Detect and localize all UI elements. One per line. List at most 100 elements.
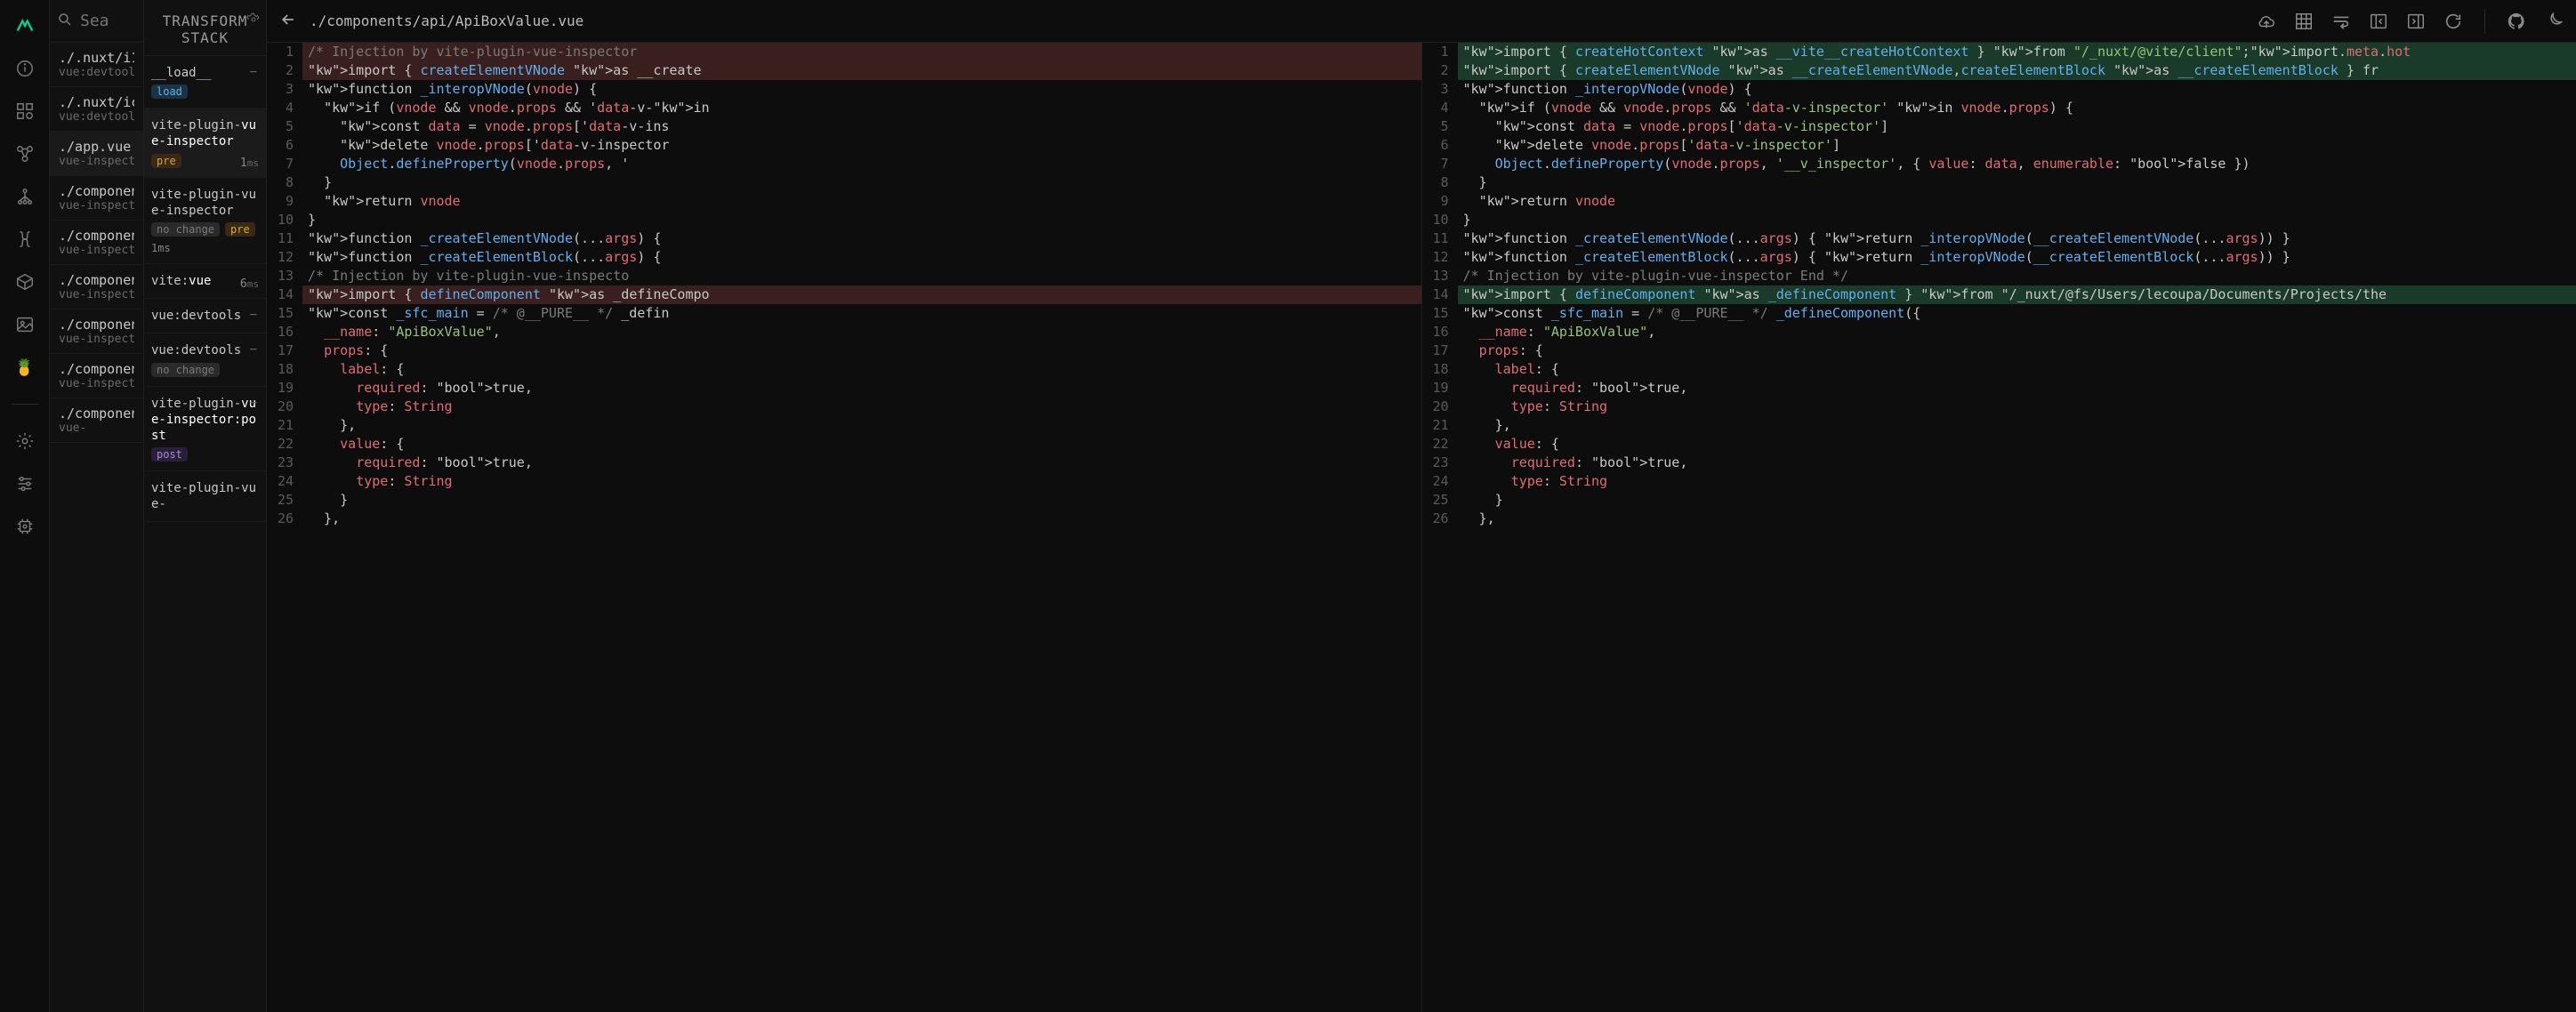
pineapple-icon[interactable]: 🍍	[15, 357, 35, 377]
line-number: 2	[1422, 61, 1449, 80]
stack-name: vite-plugin-vue-inspector	[151, 187, 259, 219]
file-plugin-label: vue:devtools	[59, 66, 134, 79]
transform-stack-panel: TRANSFORM STACK __load__load−vite-plugin…	[144, 0, 267, 1012]
code-line: props: {	[302, 341, 1421, 360]
line-number: 13	[267, 267, 294, 285]
code-line: "kw">return vnode	[302, 192, 1421, 211]
line-number: 16	[267, 323, 294, 341]
file-path-label: ./component	[59, 228, 134, 244]
stack-row[interactable]: vite-plugin-vue-inspector:postpost−	[144, 387, 266, 472]
dash-icon: −	[250, 65, 257, 79]
file-row[interactable]: ./componentvue-inspector	[50, 221, 143, 265]
stack-time: 1ms	[240, 157, 259, 170]
panel-right-icon[interactable]	[2406, 12, 2426, 31]
line-number: 3	[267, 80, 294, 99]
file-row[interactable]: ./componentvue-	[50, 398, 143, 443]
file-path-label: ./.nuxt/ico	[59, 94, 134, 110]
code-line: }	[302, 491, 1421, 510]
line-number: 3	[1422, 80, 1449, 99]
grid-icon[interactable]	[2294, 12, 2314, 31]
code-line: /* Injection by vite-plugin-vue-inspecto…	[302, 43, 1421, 61]
sliders-icon[interactable]	[15, 474, 35, 494]
graph-icon[interactable]	[15, 144, 35, 164]
info-icon[interactable]	[15, 59, 35, 78]
box-icon[interactable]	[15, 272, 35, 292]
hooks-icon[interactable]	[15, 229, 35, 249]
file-row[interactable]: ./componentvue-inspector	[50, 354, 143, 398]
code-line: "kw">delete vnode.props['data-v-inspecto…	[302, 136, 1421, 155]
code-line: }	[302, 173, 1421, 192]
line-number: 11	[267, 229, 294, 248]
code-line: label: {	[302, 360, 1421, 379]
dash-icon: −	[250, 396, 257, 410]
file-row[interactable]: ./app.vuevue-inspector	[50, 132, 143, 176]
line-number: 26	[267, 510, 294, 528]
code-line: }	[302, 211, 1421, 229]
line-number: 12	[1422, 248, 1449, 267]
search-input[interactable]	[80, 12, 133, 30]
code-line: type: String	[302, 472, 1421, 491]
code-line: "kw">delete vnode.props['data-v-inspecto…	[1458, 136, 2576, 155]
panel-left-icon[interactable]	[2369, 12, 2388, 31]
stack-row[interactable]: vue:devtools−	[144, 299, 266, 333]
line-number: 15	[1422, 304, 1449, 323]
search-icon	[57, 12, 73, 31]
file-row[interactable]: ./componentvue-inspector	[50, 265, 143, 309]
transform-stack-header: TRANSFORM STACK	[144, 0, 266, 56]
stack-row[interactable]: vite-plugin-vue-	[144, 471, 266, 522]
line-number: 11	[1422, 229, 1449, 248]
image-icon[interactable]	[15, 315, 35, 334]
components-icon[interactable]	[15, 101, 35, 121]
code-line: "kw">const data = vnode.props['data-v-in…	[1458, 117, 2576, 136]
toolbar: ./components/api/ApiBoxValue.vue	[267, 0, 2576, 43]
stack-name: vite-plugin-vue-	[151, 480, 259, 512]
github-icon[interactable]	[2507, 12, 2526, 31]
line-number: 25	[267, 491, 294, 510]
stack-row[interactable]: vite-plugin-vue-inspectorpre1ms	[144, 108, 266, 177]
theme-toggle-icon[interactable]	[2544, 12, 2564, 31]
code-line: "kw">function _createElementBlock(...arg…	[302, 248, 1421, 267]
back-button[interactable]	[279, 11, 297, 32]
stack-row[interactable]: vite-plugin-vue-inspectorno changepre1ms	[144, 178, 266, 264]
file-plugin-label: vue:devtools	[59, 110, 134, 124]
file-row[interactable]: ./.nuxt/i18vue:devtools	[50, 43, 143, 87]
stack-name: vue:devtools	[151, 308, 259, 324]
file-row[interactable]: ./.nuxt/icovue:devtools	[50, 87, 143, 132]
stack-row[interactable]: __load__load −	[144, 56, 266, 108]
refresh-icon[interactable]	[2443, 12, 2463, 31]
line-number: 1	[1422, 43, 1449, 61]
file-path-label: ./component	[59, 361, 134, 377]
line-number: 19	[1422, 379, 1449, 398]
file-path-label: ./component	[59, 406, 134, 422]
line-number: 10	[267, 211, 294, 229]
chip-icon[interactable]	[15, 517, 35, 536]
stack-name: vite-plugin-vue-inspector:post	[151, 396, 259, 445]
stack-time: 6ms	[240, 277, 259, 291]
stack-tag: no change	[151, 363, 220, 377]
diff-view: 1234567891011121314151617181920212223242…	[267, 43, 2576, 1012]
wrap-icon[interactable]	[2331, 12, 2351, 31]
file-row[interactable]: ./componentvue-inspector	[50, 309, 143, 354]
code-line: "kw">import { defineComponent "kw">as _d…	[302, 285, 1421, 304]
stack-row[interactable]: vue:devtoolsno change−	[144, 333, 266, 386]
code-line: },	[302, 416, 1421, 435]
file-path: ./components/api/ApiBoxValue.vue	[310, 12, 2244, 29]
logo-icon[interactable]	[15, 16, 35, 36]
stack-settings-icon[interactable]	[246, 12, 261, 30]
settings-icon[interactable]	[15, 431, 35, 451]
diff-pane-right: 1234567891011121314151617181920212223242…	[1422, 43, 2576, 1012]
tree-icon[interactable]	[15, 187, 35, 206]
file-row[interactable]: ./componentvue-inspector	[50, 176, 143, 221]
line-number: 20	[267, 398, 294, 416]
line-number: 9	[267, 192, 294, 211]
code-line: required: "bool">true,	[302, 454, 1421, 472]
code-line: value: {	[1458, 435, 2576, 454]
stack-name: __load__	[151, 65, 259, 81]
code-line: /* Injection by vite-plugin-vue-inspecto	[302, 267, 1421, 285]
stack-tag: load	[151, 84, 188, 99]
line-number: 8	[1422, 173, 1449, 192]
line-number: 24	[1422, 472, 1449, 491]
code-line: "kw">function _interopVNode(vnode) {	[302, 80, 1421, 99]
cloud-icon[interactable]	[2257, 12, 2276, 31]
stack-row[interactable]: vite:vue6ms	[144, 264, 266, 299]
